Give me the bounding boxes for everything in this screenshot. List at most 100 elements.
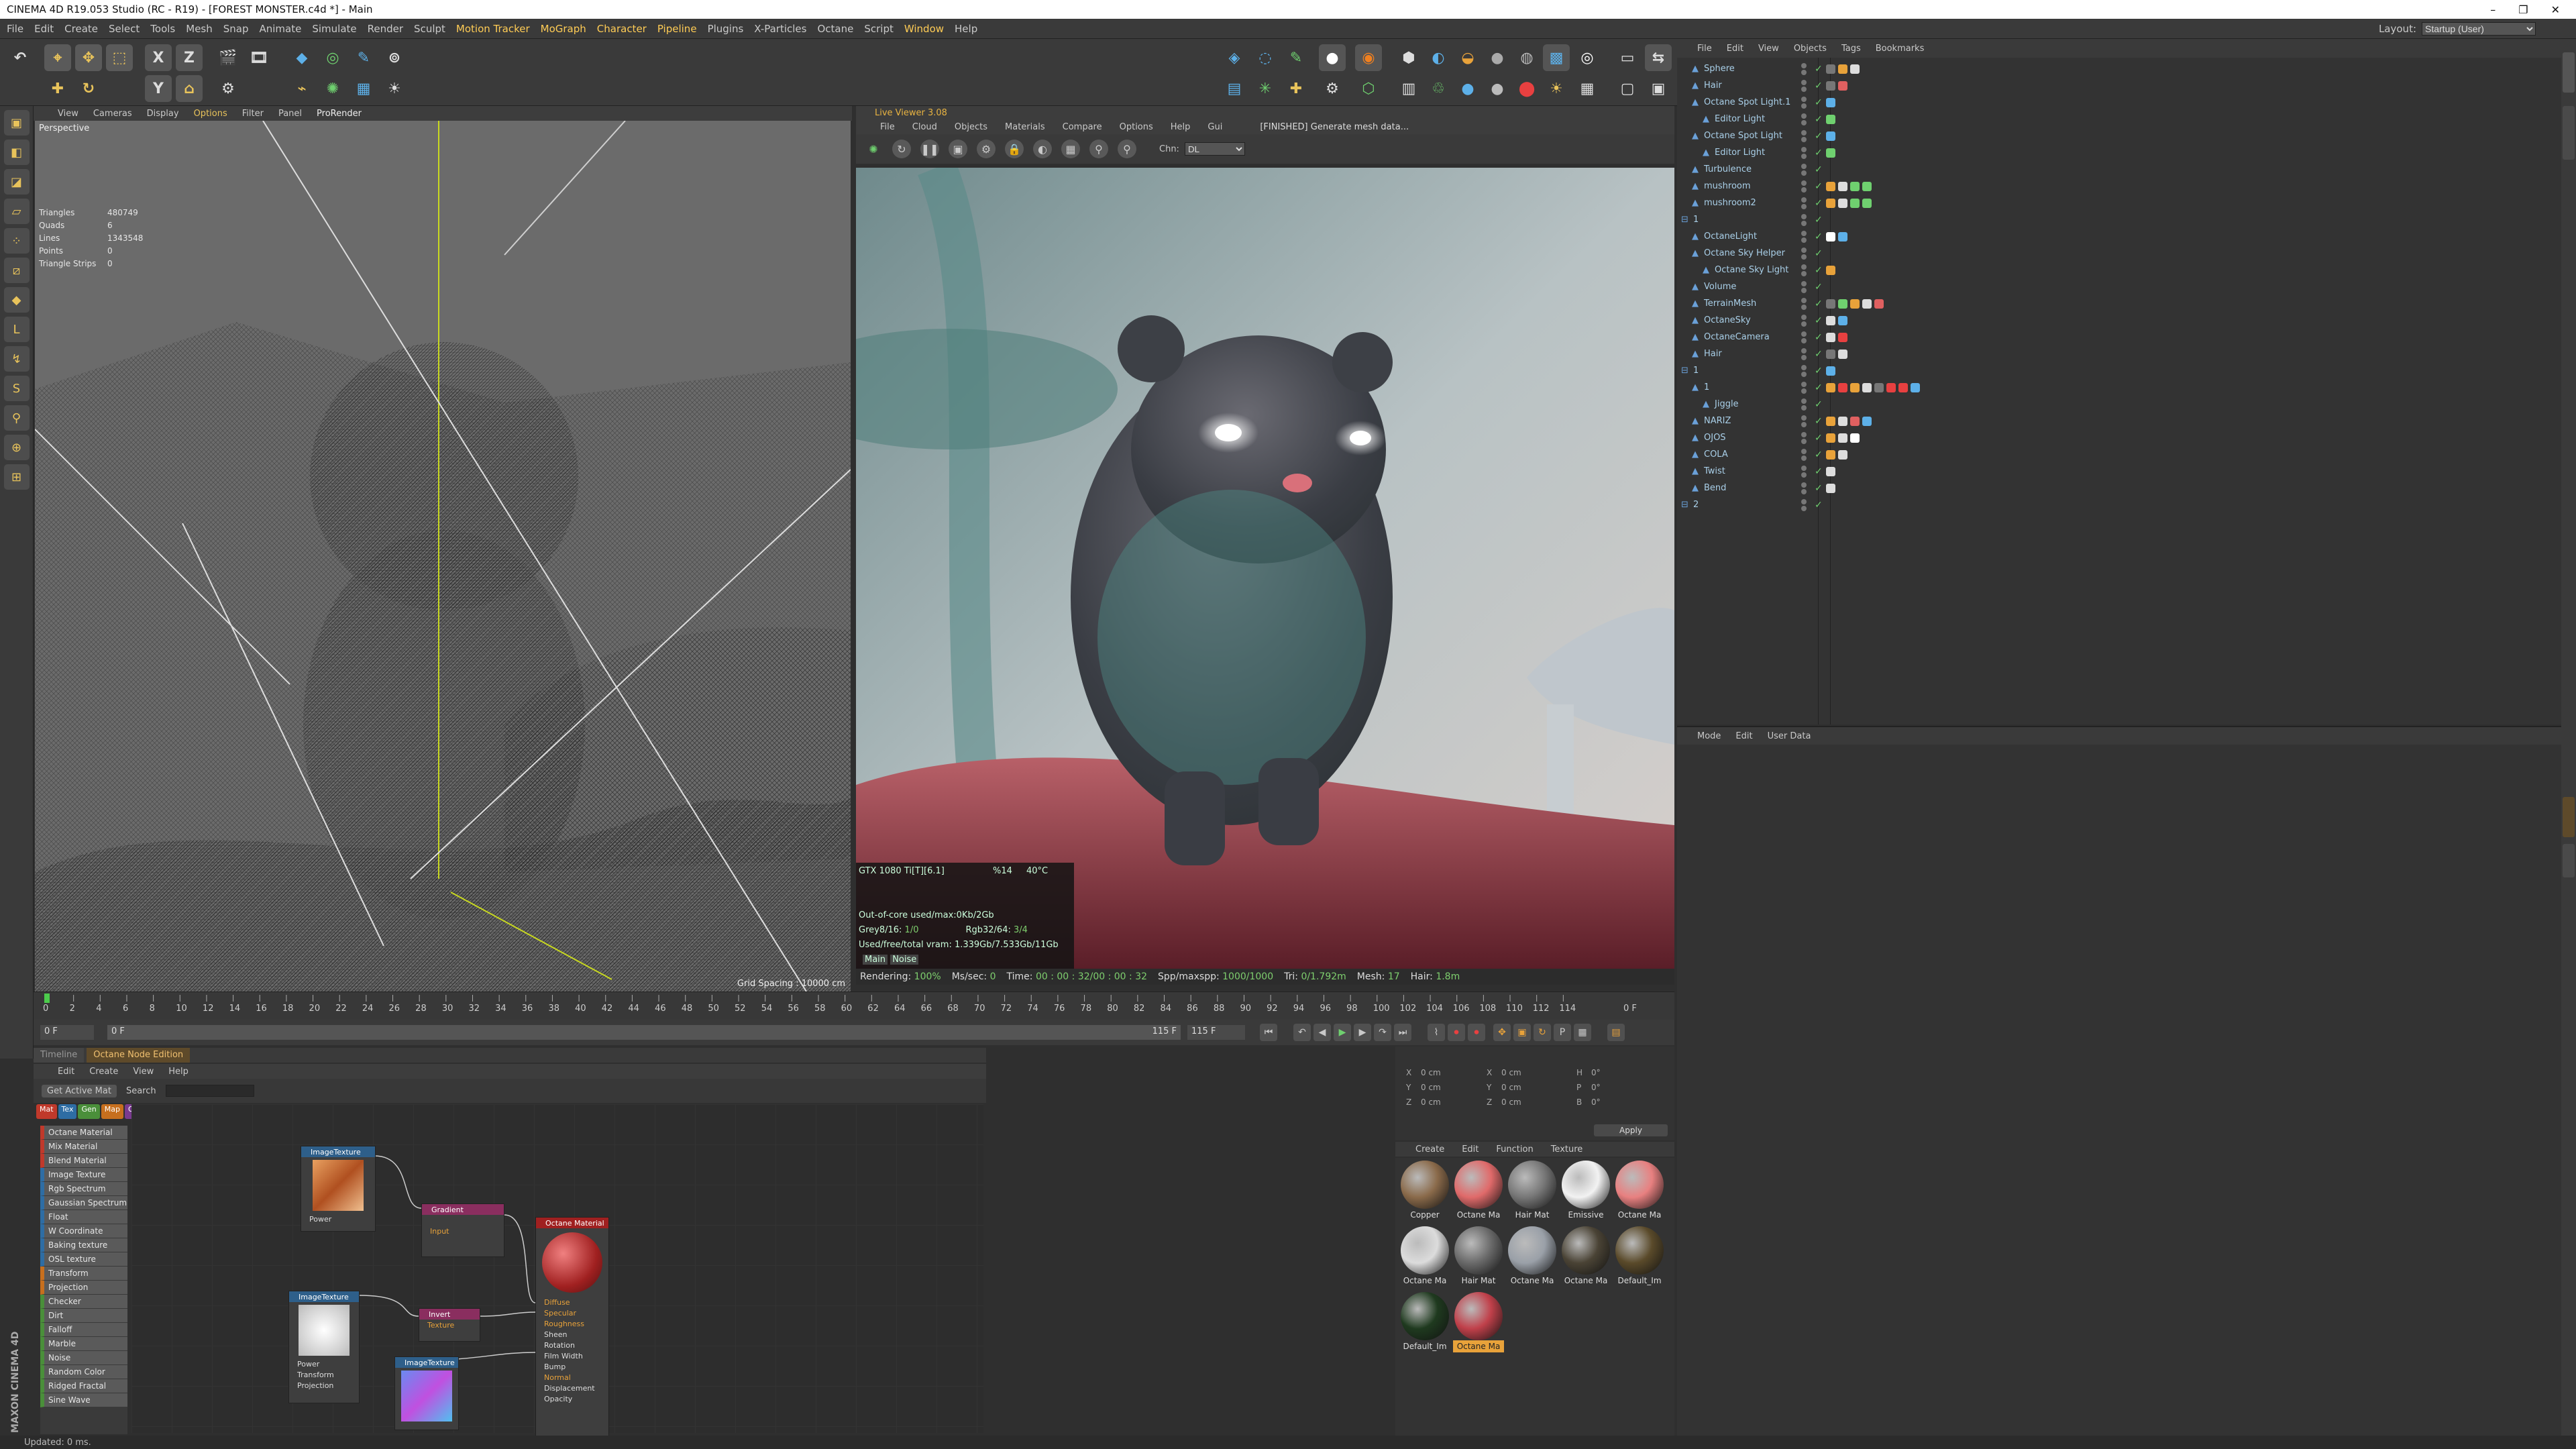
menu-file[interactable]: File [7,23,23,35]
node-category-tex[interactable]: Tex [58,1104,77,1119]
coord-field[interactable]: 0 cm [1421,1083,1441,1092]
object-name[interactable]: Octane Spot Light [1704,131,1782,141]
render-visibility-dot[interactable] [1801,137,1807,142]
material-swatch[interactable]: Octane Ma [1560,1225,1611,1289]
model-mode-icon[interactable]: ◧ [3,140,30,165]
render-visibility-dot[interactable] [1801,120,1807,125]
tag-icon[interactable] [1826,80,1835,91]
enabled-check-icon[interactable]: ✓ [1815,64,1823,74]
deformer-icon[interactable]: ⌁ [288,75,315,102]
editor-visibility-dot[interactable] [1801,499,1807,504]
ne-menu-help[interactable]: Help [168,1067,189,1077]
material-swatch[interactable]: Octane Ma [1453,1291,1504,1355]
menu-mograph[interactable]: MoGraph [541,23,586,35]
octane-sphere-icon[interactable]: ● [1319,44,1346,71]
render-visibility-dot[interactable] [1801,187,1807,193]
object-row[interactable]: ▲ Editor Light ✓ [1677,144,2561,161]
spline-pen-icon[interactable]: ✎ [350,44,377,71]
object-name[interactable]: OctaneLight [1704,231,1757,241]
tag-icon[interactable] [1850,198,1860,208]
menu-animate[interactable]: Animate [260,23,302,35]
node-type-item[interactable]: Float [40,1210,127,1224]
coord-field[interactable]: 0 cm [1421,1097,1441,1107]
attributes-tab[interactable] [2563,797,2575,837]
menu-mesh[interactable]: Mesh [186,23,213,35]
node-type-item[interactable]: Baking texture [40,1238,127,1252]
lv-menu-objects[interactable]: Objects [955,122,987,132]
octane-ball-icon[interactable]: ● [1484,75,1511,102]
node-type-item[interactable]: Image Texture [40,1168,127,1182]
key-scale-icon[interactable]: ▣ [1513,1024,1531,1041]
object-name[interactable]: COLA [1704,449,1728,460]
render-visibility-dot[interactable] [1801,388,1807,394]
tag-icon[interactable] [1850,181,1860,191]
enabled-check-icon[interactable]: ✓ [1815,215,1823,225]
object-row[interactable]: ⊟ 2 ✓ [1677,496,2561,513]
material-swatch[interactable]: Octane Ma [1614,1159,1665,1224]
editor-visibility-dot[interactable] [1801,382,1807,387]
tag-icon[interactable] [1826,382,1835,392]
coord-field[interactable]: 0 cm [1501,1083,1521,1092]
editor-visibility-dot[interactable] [1801,197,1807,203]
coord-field[interactable]: 0° [1591,1068,1601,1077]
chn-dropdown[interactable]: DL [1184,142,1245,156]
render-picture-icon[interactable]: 🎞 [246,44,272,71]
node-type-item[interactable]: Ridged Fractal [40,1379,127,1393]
menu-motion-tracker[interactable]: Motion Tracker [456,23,530,35]
tab-main[interactable]: Main [863,955,888,965]
port-diffuse[interactable]: Diffuse [536,1297,608,1307]
octane-texture-icon[interactable]: ⬢ [1395,44,1422,71]
node-image-texture-1[interactable]: ImageTexture Power [301,1146,376,1232]
tag-icon[interactable] [1826,181,1835,191]
move-icon[interactable]: ✥ [75,44,102,71]
vp-menu-prorender[interactable]: ProRender [317,109,362,119]
undo-icon[interactable]: ↶ [7,44,34,71]
node-category-mat[interactable]: Mat [36,1104,57,1119]
lv-menu-options[interactable]: Options [1120,122,1153,132]
enabled-check-icon[interactable]: ✓ [1815,148,1823,158]
tag-icon[interactable] [1850,64,1860,74]
rotate-icon[interactable]: ↻ [75,75,102,102]
editor-visibility-dot[interactable] [1801,315,1807,320]
object-name[interactable]: mushroom2 [1704,198,1756,208]
object-name[interactable]: mushroom [1704,181,1751,191]
pick-material-icon[interactable]: ⚲ [1118,140,1136,158]
tag-icon[interactable] [1862,181,1872,191]
object-name[interactable]: 2 [1693,500,1699,510]
om-menu-bookmarks[interactable]: Bookmarks [1876,44,1925,54]
node-type-item[interactable]: Gaussian Spectrum [40,1196,127,1210]
menu-tools[interactable]: Tools [150,23,175,35]
object-row[interactable]: ▲ Bend ✓ [1677,480,2561,496]
solo-icon[interactable]: ⊕ [3,435,30,460]
settings-gear-icon[interactable]: ⚙ [977,140,996,158]
object-name[interactable]: Twist [1704,466,1725,476]
axis-mode-icon[interactable]: L [3,317,30,342]
octane-sphere-gray-icon[interactable]: ● [1484,44,1511,71]
enabled-check-icon[interactable]: ✓ [1815,181,1823,192]
editor-visibility-dot[interactable] [1801,331,1807,337]
tag-icon[interactable] [1911,382,1920,392]
mm-menu-function[interactable]: Function [1496,1144,1533,1155]
ne-menu-edit[interactable]: Edit [58,1067,74,1077]
octane-sphere-white-icon[interactable]: ◍ [1513,44,1540,71]
tag-icon[interactable] [1826,64,1835,74]
workplane-icon[interactable]: ▱ [3,199,30,224]
enabled-check-icon[interactable]: ✓ [1815,164,1823,175]
objects-tab[interactable] [2563,52,2575,93]
enabled-check-icon[interactable]: ✓ [1815,97,1823,108]
octane-gear-icon[interactable]: ⚙ [1319,75,1346,102]
object-name[interactable]: Octane Spot Light.1 [1704,97,1790,107]
menu-help[interactable]: Help [955,23,977,35]
node-type-item[interactable]: Octane Material [40,1126,127,1140]
enabled-check-icon[interactable]: ✓ [1815,248,1823,259]
coord-field[interactable]: 0 cm [1501,1068,1521,1077]
port-displacement[interactable]: Displacement [536,1383,608,1393]
vp-menu-view[interactable]: View [58,109,78,119]
render-visibility-dot[interactable] [1801,372,1807,377]
points-mode-icon[interactable]: ⁘ [3,228,30,254]
close-icon[interactable]: ✕ [2551,3,2560,16]
render-visibility-dot[interactable] [1801,305,1807,310]
layout-dropdown[interactable]: Startup (User) [2422,21,2536,36]
editor-visibility-dot[interactable] [1801,231,1807,236]
render-visibility-dot[interactable] [1801,439,1807,444]
